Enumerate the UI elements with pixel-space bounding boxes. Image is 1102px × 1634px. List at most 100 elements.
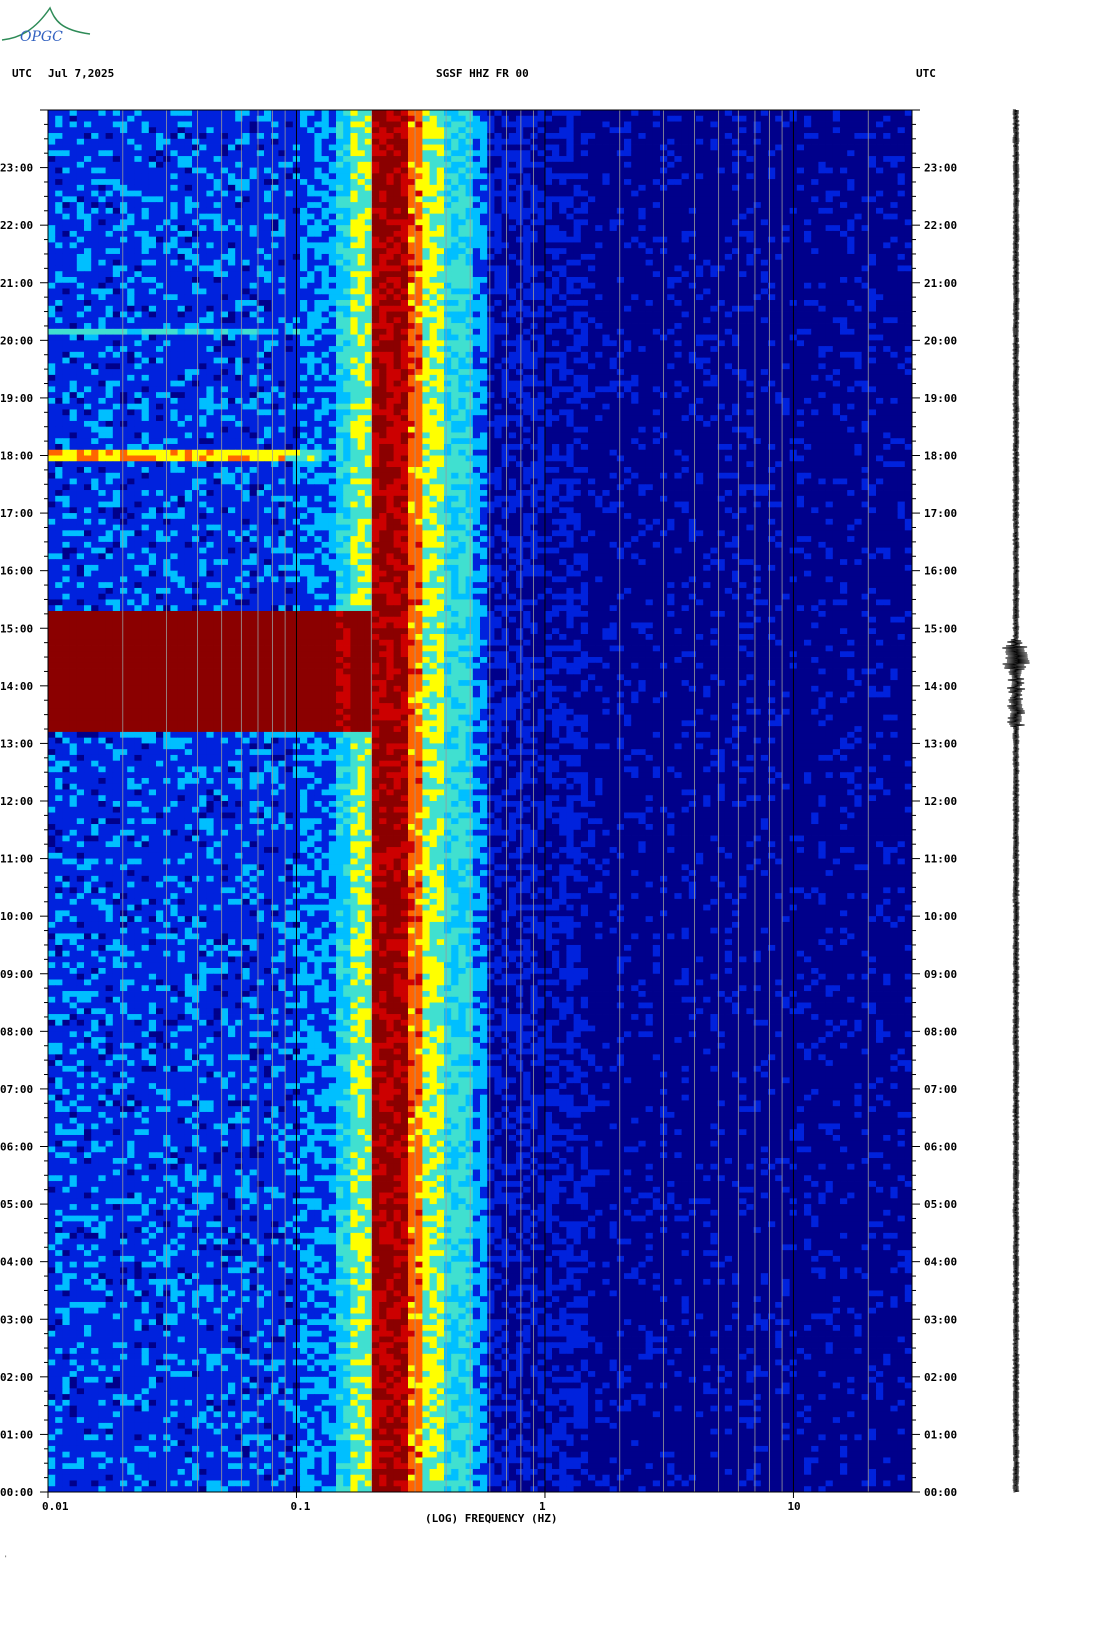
spectrogram-cell [77,173,85,179]
spectrogram-cell [566,150,574,156]
spectrogram-cell [170,139,178,145]
spectrogram-cell [379,150,387,156]
spectrogram-cell [430,179,438,185]
spectrogram-cell [386,139,394,145]
spectrogram-cell [163,196,171,202]
spectrogram-cell [638,185,646,191]
spectrogram-cell [192,150,200,156]
spectrogram-cell [394,116,402,122]
spectrogram-cell [682,110,690,116]
spectrogram-cell [408,173,416,179]
spectrogram-cell [250,139,258,145]
spectrogram-cell [653,185,661,191]
spectrogram-cell [156,202,164,208]
spectrogram-cell [156,156,164,162]
spectrogram-cell [113,179,121,185]
spectrogram-cell [811,133,819,139]
spectrogram-cell [372,185,380,191]
spectrogram-cell [595,127,603,133]
spectrogram-cell [386,173,394,179]
spectrogram-cell [307,110,315,116]
spectrogram-cell [70,122,78,128]
spectrogram-cell [250,110,258,116]
spectrogram-cell [552,110,560,116]
spectrogram-cell [48,191,56,197]
spectrogram-cell [682,139,690,145]
spectrogram-cell [559,185,567,191]
spectrogram-cell [458,191,466,197]
spectrogram-cell [322,185,330,191]
spectrogram-cell [48,133,56,139]
spectrogram-cell [530,127,538,133]
spectrogram-cell [156,127,164,133]
spectrogram-cell [415,122,423,128]
spectrogram-cell [797,168,805,174]
spectrogram-cell [84,156,92,162]
spectrogram-cell [588,150,596,156]
spectrogram-cell [336,145,344,151]
spectrogram-cell [559,139,567,145]
spectrogram-cell [480,150,488,156]
spectrogram-cell [314,110,322,116]
spectrogram-cell [127,127,135,133]
spectrogram-cell [840,110,848,116]
spectrogram-cell [840,150,848,156]
spectrogram-cell [214,122,222,128]
spectrogram-cell [214,133,222,139]
spectrogram-cell [739,191,747,197]
spectrogram-cell [631,173,639,179]
spectrogram-cell [905,145,913,151]
spectrogram-cell [401,139,409,145]
spectrogram-cell [451,139,459,145]
spectrogram-cell [214,196,222,202]
spectrogram-cell [156,110,164,116]
spectrogram-cell [322,156,330,162]
spectrogram-cell [588,168,596,174]
spectrogram-cell [242,133,250,139]
spectrogram-cell [761,185,769,191]
spectrogram-cell [127,185,135,191]
spectrogram-cell [847,133,855,139]
spectrogram-cell [336,179,344,185]
spectrogram-cell [480,162,488,168]
spectrogram-cell [538,196,546,202]
spectrogram-cell [703,145,711,151]
spectrogram-cell [329,156,337,162]
spectrogram-cell [725,202,733,208]
spectrogram-cell [77,122,85,128]
spectrogram-cell [509,110,517,116]
spectrogram-cell [127,202,135,208]
spectrogram-cell [322,179,330,185]
spectrogram-cell [602,185,610,191]
station-label: SGSF HHZ FR 00 [436,67,529,80]
spectrogram-cell [48,168,56,174]
spectrogram-cell [761,116,769,122]
spectrogram-cell [415,173,423,179]
spectrogram-cell [444,110,452,116]
spectrogram-cell [538,191,546,197]
spectrogram-cell [264,133,272,139]
spectrogram-cell [494,139,502,145]
spectrogram-cell [595,179,603,185]
spectrogram-cell [826,110,834,116]
spectrogram-cell [336,150,344,156]
spectrogram-cell [725,150,733,156]
spectrogram-cell [905,179,913,185]
spectrogram-cell [530,202,538,208]
spectrogram-cell [696,127,704,133]
logo-text: OPGC [20,29,63,45]
spectrogram-cell [422,168,430,174]
spectrogram-cell [574,196,582,202]
spectrogram-cell [113,110,121,116]
spectrogram-cell [703,162,711,168]
spectrogram-cell [408,122,416,128]
spectrogram-cell [206,110,214,116]
spectrogram-cell [473,145,481,151]
spectrogram-cell [502,202,510,208]
spectrogram-cell [480,145,488,151]
spectrogram-cell [653,145,661,151]
spectrogram-cell [350,145,358,151]
spectrogram-cell [401,122,409,128]
spectrogram-cell [329,110,337,116]
spectrogram-cell [818,150,826,156]
